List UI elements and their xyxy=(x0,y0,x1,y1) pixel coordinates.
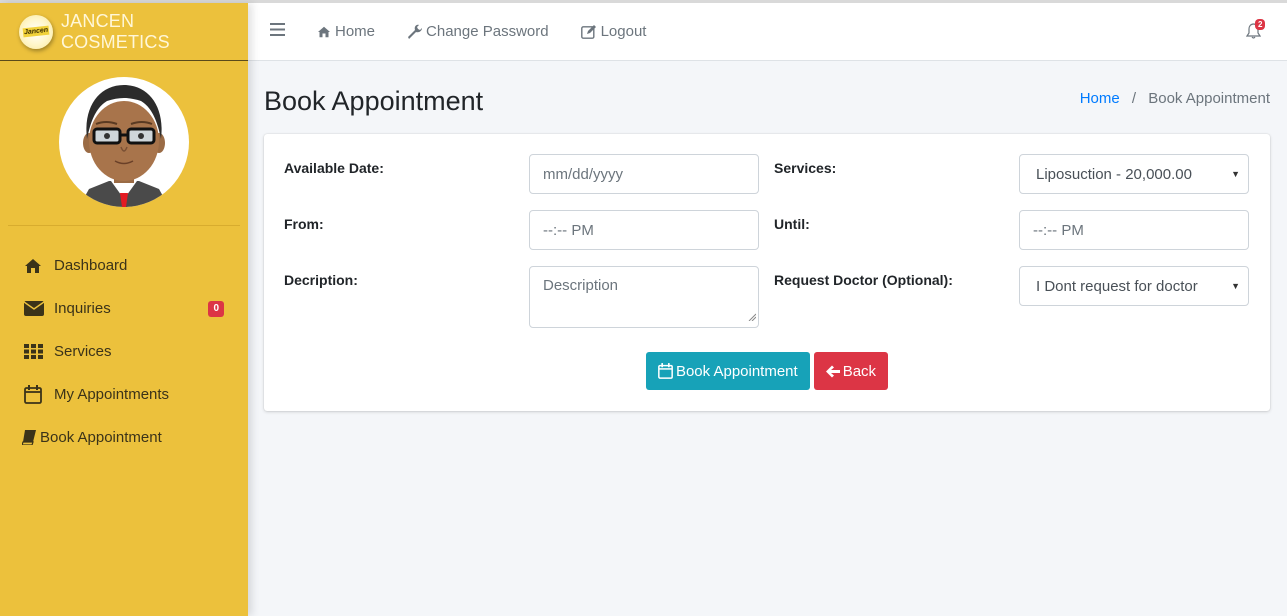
sidebar-nav: Dashboard Inquiries 0 Services My Appoin… xyxy=(0,244,248,459)
sidebar-item-label: Services xyxy=(54,343,112,360)
back-button-label: Back xyxy=(842,362,877,380)
arrow-left-icon xyxy=(825,365,840,378)
brand-name: JANCEN COSMETICS xyxy=(60,10,170,52)
services-select[interactable]: Liposuction - 20,000.00 ▼ xyxy=(1019,154,1249,194)
sidebar-item-label: My Appointments xyxy=(54,386,170,403)
content-header: Book Appointment Home / Book Appointment xyxy=(264,61,1270,134)
breadcrumb-current: Book Appointment xyxy=(1148,90,1270,107)
nav-logout-link[interactable]: Logout xyxy=(580,23,647,40)
back-button[interactable]: Back xyxy=(813,352,889,390)
caret-down-icon: ▼ xyxy=(1231,281,1240,291)
inquiries-count-badge: 0 xyxy=(208,300,224,317)
description-textarea[interactable]: Description xyxy=(529,266,759,328)
nav-logout-label: Logout xyxy=(600,23,647,40)
book-appointment-button[interactable]: Book Appointment xyxy=(645,352,810,390)
form-row: Decription: Description Request Doctor (… xyxy=(284,266,1250,352)
sidebar-item-label: Book Appointment xyxy=(40,429,162,446)
user-panel xyxy=(8,61,240,226)
menu-toggle-button[interactable] xyxy=(270,23,285,40)
book-appointment-card: Available Date: mm/dd/yyyy Services: Lip… xyxy=(264,134,1270,411)
caret-down-icon: ▼ xyxy=(1231,169,1240,179)
description-label: Decription: xyxy=(284,272,358,288)
notifications-button[interactable]: 2 xyxy=(1245,19,1266,44)
page-title: Book Appointment xyxy=(264,86,484,116)
main-content: Book Appointment Home / Book Appointment… xyxy=(248,61,1287,616)
breadcrumb-home-link[interactable]: Home xyxy=(1080,90,1120,107)
available-date-input[interactable]: mm/dd/yyyy xyxy=(529,154,759,194)
from-time-input[interactable]: --:-- PM xyxy=(529,210,759,250)
top-navbar: Home Change Password Logout 2 xyxy=(248,3,1287,61)
sidebar: Jancen JANCEN COSMETICS Dashboard Inquir… xyxy=(0,3,248,616)
brand-link[interactable]: Jancen JANCEN COSMETICS xyxy=(0,3,248,61)
request-doctor-selected-value: I Dont request for doctor xyxy=(1036,277,1198,295)
services-selected-value: Liposuction - 20,000.00 xyxy=(1036,165,1192,183)
available-date-label: Available Date: xyxy=(284,160,384,176)
avatar[interactable] xyxy=(59,77,189,207)
calendar-icon xyxy=(24,385,46,404)
from-time-placeholder: --:-- PM xyxy=(543,221,594,239)
book-appointment-button-label: Book Appointment xyxy=(675,362,798,380)
services-label: Services: xyxy=(774,160,837,176)
notifications-count-badge: 2 xyxy=(1255,19,1266,30)
home-icon xyxy=(317,26,331,38)
breadcrumb: Home / Book Appointment xyxy=(1080,90,1270,107)
form-actions: Book Appointment Back xyxy=(264,352,1270,390)
until-time-placeholder: --:-- PM xyxy=(1033,221,1084,239)
sidebar-item-my-appointments[interactable]: My Appointments xyxy=(0,373,248,416)
book-icon xyxy=(22,430,36,445)
calendar-icon xyxy=(658,363,673,379)
wrench-icon xyxy=(407,24,423,39)
sidebar-item-label: Inquiries xyxy=(54,300,111,317)
sidebar-item-book-appointment[interactable]: Book Appointment xyxy=(0,416,248,459)
resize-handle-icon[interactable] xyxy=(748,308,757,325)
nav-home-label: Home xyxy=(335,23,376,40)
envelope-icon xyxy=(24,301,46,316)
request-doctor-label: Request Doctor (Optional): xyxy=(774,272,953,288)
form-row: From: --:-- PM Until: --:-- PM xyxy=(284,210,1250,266)
sidebar-item-services[interactable]: Services xyxy=(0,330,248,373)
form-row: Available Date: mm/dd/yyyy Services: Lip… xyxy=(284,154,1250,210)
sidebar-item-dashboard[interactable]: Dashboard xyxy=(0,244,248,287)
from-label: From: xyxy=(284,216,324,232)
hamburger-icon xyxy=(270,23,285,40)
home-icon xyxy=(24,258,46,274)
available-date-placeholder: mm/dd/yyyy xyxy=(543,165,624,183)
nav-change-password-link[interactable]: Change Password xyxy=(407,23,549,40)
edit-icon xyxy=(580,24,597,39)
brand-logo: Jancen xyxy=(19,14,53,49)
nav-home-link[interactable]: Home xyxy=(317,23,375,40)
grid-icon xyxy=(24,344,46,359)
until-label: Until: xyxy=(774,216,810,232)
description-placeholder: Description xyxy=(543,277,619,294)
sidebar-item-label: Dashboard xyxy=(54,257,128,274)
request-doctor-select[interactable]: I Dont request for doctor ▼ xyxy=(1019,266,1249,306)
nav-change-password-label: Change Password xyxy=(426,23,549,40)
sidebar-item-inquiries[interactable]: Inquiries 0 xyxy=(0,287,248,330)
breadcrumb-separator: / xyxy=(1131,90,1137,107)
until-time-input[interactable]: --:-- PM xyxy=(1019,210,1249,250)
